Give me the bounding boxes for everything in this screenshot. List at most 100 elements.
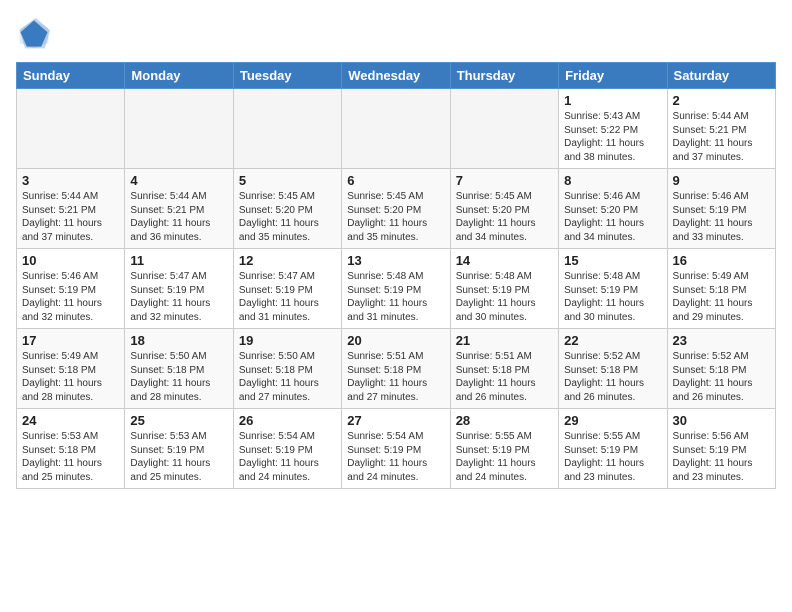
day-info: Sunrise: 5:54 AM Sunset: 5:19 PM Dayligh… xyxy=(239,430,336,484)
day-info: Sunrise: 5:54 AM Sunset: 5:19 PM Dayligh… xyxy=(347,430,444,484)
day-number: 15 xyxy=(564,253,661,268)
day-info: Sunrise: 5:45 AM Sunset: 5:20 PM Dayligh… xyxy=(347,190,444,244)
day-info: Sunrise: 5:46 AM Sunset: 5:19 PM Dayligh… xyxy=(673,190,770,244)
day-number: 1 xyxy=(564,93,661,108)
calendar-cell xyxy=(342,89,450,169)
calendar-cell: 29 Sunrise: 5:55 AM Sunset: 5:19 PM Dayli… xyxy=(559,409,667,489)
calendar-week-row: 17 Sunrise: 5:49 AM Sunset: 5:18 PM Dayli… xyxy=(17,329,776,409)
calendar-cell: 21 Sunrise: 5:51 AM Sunset: 5:18 PM Dayli… xyxy=(450,329,558,409)
day-info: Sunrise: 5:47 AM Sunset: 5:19 PM Dayligh… xyxy=(239,270,336,324)
calendar-week-row: 1 Sunrise: 5:43 AM Sunset: 5:22 PM Daylig… xyxy=(17,89,776,169)
day-number: 13 xyxy=(347,253,444,268)
weekday-header: Wednesday xyxy=(342,63,450,89)
day-number: 17 xyxy=(22,333,119,348)
calendar-cell: 25 Sunrise: 5:53 AM Sunset: 5:19 PM Dayli… xyxy=(125,409,233,489)
calendar-cell: 24 Sunrise: 5:53 AM Sunset: 5:18 PM Dayli… xyxy=(17,409,125,489)
day-info: Sunrise: 5:52 AM Sunset: 5:18 PM Dayligh… xyxy=(564,350,661,404)
day-info: Sunrise: 5:53 AM Sunset: 5:19 PM Dayligh… xyxy=(130,430,227,484)
day-number: 26 xyxy=(239,413,336,428)
calendar-table: SundayMondayTuesdayWednesdayThursdayFrid… xyxy=(16,62,776,489)
day-info: Sunrise: 5:50 AM Sunset: 5:18 PM Dayligh… xyxy=(239,350,336,404)
calendar-cell: 6 Sunrise: 5:45 AM Sunset: 5:20 PM Daylig… xyxy=(342,169,450,249)
day-info: Sunrise: 5:44 AM Sunset: 5:21 PM Dayligh… xyxy=(673,110,770,164)
day-number: 6 xyxy=(347,173,444,188)
day-number: 23 xyxy=(673,333,770,348)
day-info: Sunrise: 5:48 AM Sunset: 5:19 PM Dayligh… xyxy=(564,270,661,324)
day-info: Sunrise: 5:55 AM Sunset: 5:19 PM Dayligh… xyxy=(564,430,661,484)
day-info: Sunrise: 5:51 AM Sunset: 5:18 PM Dayligh… xyxy=(347,350,444,404)
day-number: 7 xyxy=(456,173,553,188)
day-info: Sunrise: 5:55 AM Sunset: 5:19 PM Dayligh… xyxy=(456,430,553,484)
day-info: Sunrise: 5:52 AM Sunset: 5:18 PM Dayligh… xyxy=(673,350,770,404)
calendar-cell: 1 Sunrise: 5:43 AM Sunset: 5:22 PM Daylig… xyxy=(559,89,667,169)
calendar-cell: 11Sunrise: 5:47 AM Sunset: 5:19 PM Dayli… xyxy=(125,249,233,329)
calendar-cell: 12 Sunrise: 5:47 AM Sunset: 5:19 PM Dayli… xyxy=(233,249,341,329)
calendar-cell: 10Sunrise: 5:46 AM Sunset: 5:19 PM Dayli… xyxy=(17,249,125,329)
day-info: Sunrise: 5:50 AM Sunset: 5:18 PM Dayligh… xyxy=(130,350,227,404)
day-info: Sunrise: 5:48 AM Sunset: 5:19 PM Dayligh… xyxy=(347,270,444,324)
day-info: Sunrise: 5:48 AM Sunset: 5:19 PM Dayligh… xyxy=(456,270,553,324)
day-info: Sunrise: 5:56 AM Sunset: 5:19 PM Dayligh… xyxy=(673,430,770,484)
calendar-cell: 9 Sunrise: 5:46 AM Sunset: 5:19 PM Daylig… xyxy=(667,169,775,249)
calendar-cell: 17 Sunrise: 5:49 AM Sunset: 5:18 PM Dayli… xyxy=(17,329,125,409)
calendar-cell: 4Sunrise: 5:44 AM Sunset: 5:21 PM Daylig… xyxy=(125,169,233,249)
day-info: Sunrise: 5:45 AM Sunset: 5:20 PM Dayligh… xyxy=(456,190,553,244)
calendar-cell: 19 Sunrise: 5:50 AM Sunset: 5:18 PM Dayli… xyxy=(233,329,341,409)
day-number: 12 xyxy=(239,253,336,268)
calendar-week-row: 24 Sunrise: 5:53 AM Sunset: 5:18 PM Dayli… xyxy=(17,409,776,489)
day-number: 24 xyxy=(22,413,119,428)
day-number: 10 xyxy=(22,253,119,268)
day-number: 25 xyxy=(130,413,227,428)
calendar-cell xyxy=(233,89,341,169)
calendar-cell: 3 Sunrise: 5:44 AM Sunset: 5:21 PM Daylig… xyxy=(17,169,125,249)
weekday-header: Thursday xyxy=(450,63,558,89)
day-number: 8 xyxy=(564,173,661,188)
day-info: Sunrise: 5:53 AM Sunset: 5:18 PM Dayligh… xyxy=(22,430,119,484)
day-number: 3 xyxy=(22,173,119,188)
day-info: Sunrise: 5:43 AM Sunset: 5:22 PM Dayligh… xyxy=(564,110,661,164)
calendar-cell xyxy=(450,89,558,169)
calendar-cell: 7 Sunrise: 5:45 AM Sunset: 5:20 PM Daylig… xyxy=(450,169,558,249)
weekday-header: Saturday xyxy=(667,63,775,89)
calendar-cell xyxy=(17,89,125,169)
calendar-cell: 20 Sunrise: 5:51 AM Sunset: 5:18 PM Dayli… xyxy=(342,329,450,409)
page-header xyxy=(16,16,776,52)
day-number: 29 xyxy=(564,413,661,428)
calendar-week-row: 3 Sunrise: 5:44 AM Sunset: 5:21 PM Daylig… xyxy=(17,169,776,249)
calendar-cell: 18 Sunrise: 5:50 AM Sunset: 5:18 PM Dayli… xyxy=(125,329,233,409)
logo xyxy=(16,16,58,52)
calendar-cell: 22 Sunrise: 5:52 AM Sunset: 5:18 PM Dayli… xyxy=(559,329,667,409)
calendar-cell: 28Sunrise: 5:55 AM Sunset: 5:19 PM Dayli… xyxy=(450,409,558,489)
calendar-cell: 23 Sunrise: 5:52 AM Sunset: 5:18 PM Dayli… xyxy=(667,329,775,409)
calendar-cell: 30Sunrise: 5:56 AM Sunset: 5:19 PM Dayli… xyxy=(667,409,775,489)
calendar-cell xyxy=(125,89,233,169)
calendar-cell: 14 Sunrise: 5:48 AM Sunset: 5:19 PM Dayli… xyxy=(450,249,558,329)
calendar-cell: 16 Sunrise: 5:49 AM Sunset: 5:18 PM Dayli… xyxy=(667,249,775,329)
day-number: 19 xyxy=(239,333,336,348)
calendar-cell: 2Sunrise: 5:44 AM Sunset: 5:21 PM Daylig… xyxy=(667,89,775,169)
day-number: 16 xyxy=(673,253,770,268)
weekday-header: Sunday xyxy=(17,63,125,89)
day-number: 27 xyxy=(347,413,444,428)
day-info: Sunrise: 5:49 AM Sunset: 5:18 PM Dayligh… xyxy=(22,350,119,404)
calendar-cell: 5Sunrise: 5:45 AM Sunset: 5:20 PM Daylig… xyxy=(233,169,341,249)
day-info: Sunrise: 5:47 AM Sunset: 5:19 PM Dayligh… xyxy=(130,270,227,324)
day-number: 20 xyxy=(347,333,444,348)
calendar-cell: 26 Sunrise: 5:54 AM Sunset: 5:19 PM Dayli… xyxy=(233,409,341,489)
calendar-header-row: SundayMondayTuesdayWednesdayThursdayFrid… xyxy=(17,63,776,89)
day-number: 21 xyxy=(456,333,553,348)
day-number: 5 xyxy=(239,173,336,188)
calendar-cell: 13 Sunrise: 5:48 AM Sunset: 5:19 PM Dayli… xyxy=(342,249,450,329)
calendar-cell: 15 Sunrise: 5:48 AM Sunset: 5:19 PM Dayli… xyxy=(559,249,667,329)
day-number: 18 xyxy=(130,333,227,348)
day-info: Sunrise: 5:44 AM Sunset: 5:21 PM Dayligh… xyxy=(22,190,119,244)
day-number: 22 xyxy=(564,333,661,348)
day-info: Sunrise: 5:49 AM Sunset: 5:18 PM Dayligh… xyxy=(673,270,770,324)
day-info: Sunrise: 5:51 AM Sunset: 5:18 PM Dayligh… xyxy=(456,350,553,404)
weekday-header: Tuesday xyxy=(233,63,341,89)
day-number: 9 xyxy=(673,173,770,188)
day-number: 14 xyxy=(456,253,553,268)
logo-icon xyxy=(16,16,52,52)
weekday-header: Friday xyxy=(559,63,667,89)
day-info: Sunrise: 5:44 AM Sunset: 5:21 PM Dayligh… xyxy=(130,190,227,244)
